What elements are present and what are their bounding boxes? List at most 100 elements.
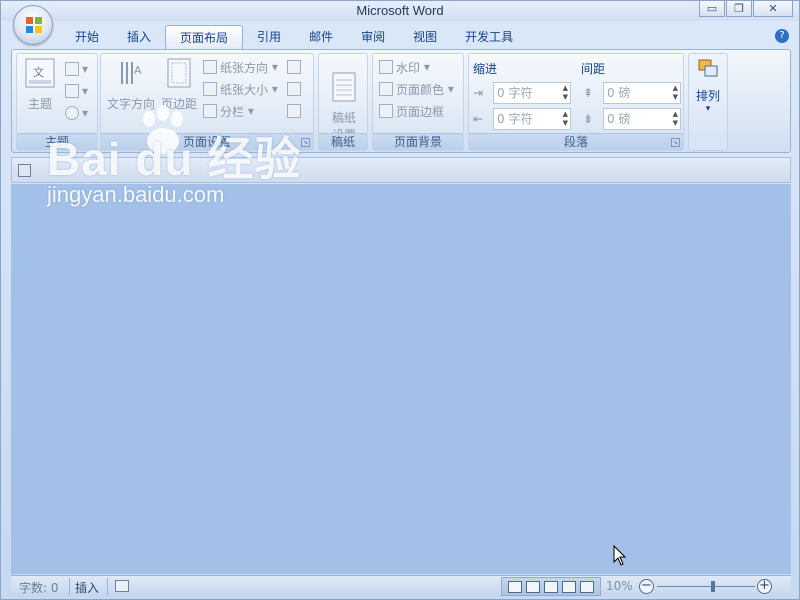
macro-record-icon[interactable]	[115, 580, 129, 592]
tab-mailings[interactable]: 邮件	[295, 25, 347, 49]
minimize-button[interactable]: ▭	[699, 1, 725, 17]
group-label-draft-paper: 稿纸	[319, 133, 367, 150]
draft-icon[interactable]	[580, 580, 594, 593]
theme-colors-button[interactable]: ▾	[65, 60, 88, 78]
print-layout-icon[interactable]	[508, 580, 522, 593]
indent-title: 缩进	[473, 62, 498, 76]
office-button[interactable]	[13, 5, 53, 45]
tab-view[interactable]: 视图	[399, 25, 451, 49]
draft-paper-icon	[332, 72, 356, 102]
tab-page-layout[interactable]: 页面布局	[165, 25, 244, 49]
orientation-icon	[203, 60, 217, 74]
spacing-before-spinner[interactable]: ▲ ▼	[673, 84, 678, 102]
spacing-after-spinner[interactable]: ▲ ▼	[673, 110, 678, 128]
columns-label: 分栏	[220, 104, 245, 119]
full-screen-reading-icon[interactable]	[526, 580, 540, 593]
indent-left-value: 0 字符	[497, 86, 533, 100]
ribbon-tabs: 开始 插入 页面布局 引用 邮件 审阅 视图 开发工具	[61, 25, 527, 49]
indent-right-icon: ⇤	[473, 112, 484, 126]
arrange-button[interactable]: 排列 ▾	[691, 58, 725, 114]
indent-left-input[interactable]: 0 字符 ▲ ▼	[493, 82, 571, 104]
page-border-icon	[379, 104, 393, 118]
outline-icon[interactable]	[562, 580, 576, 593]
window-controls: ▭ ❐ ✕	[698, 1, 793, 19]
svg-text:A: A	[134, 64, 142, 77]
arrange-label: 排列	[695, 89, 720, 103]
hyphenation-button[interactable]	[287, 102, 304, 120]
breaks-button[interactable]	[287, 58, 304, 76]
window-title: Microsoft Word	[356, 3, 444, 18]
zoom-level[interactable]: 10%	[606, 579, 633, 593]
theme-effects-icon	[65, 106, 79, 120]
group-label-paragraph: 段落	[469, 133, 683, 150]
text-direction-icon: A	[121, 62, 142, 84]
indent-right-input[interactable]: 0 字符 ▲ ▼	[493, 108, 571, 130]
baidu-watermark-url: jingyan.baidu.com	[47, 182, 225, 207]
document-area[interactable]	[11, 184, 791, 574]
help-icon[interactable]: ?	[775, 29, 789, 43]
themes-button[interactable]: 文 主题	[23, 58, 57, 112]
indent-right-value: 0 字符	[497, 112, 533, 126]
tab-references[interactable]: 引用	[243, 25, 295, 49]
paragraph-launcher-icon[interactable]: ↘	[671, 138, 680, 147]
mouse-cursor-icon	[613, 545, 627, 566]
tab-developer[interactable]: 开发工具	[451, 25, 527, 49]
close-button[interactable]: ✕	[753, 1, 793, 17]
web-layout-icon[interactable]	[544, 580, 558, 593]
page-border-button[interactable]: 页面边框	[379, 102, 444, 120]
columns-icon	[203, 104, 217, 118]
themes-button-label: 主题	[27, 97, 52, 111]
orientation-label: 纸张方向	[220, 60, 269, 75]
insert-mode[interactable]: 插入	[75, 579, 99, 596]
tab-home[interactable]: 开始	[61, 25, 113, 49]
size-label: 纸张大小	[220, 82, 269, 97]
restore-button[interactable]: ❐	[726, 1, 752, 17]
theme-fonts-button[interactable]: ▾	[65, 82, 88, 100]
svg-text:文: 文	[33, 65, 44, 79]
word-count[interactable]: 字数: 0	[19, 579, 59, 596]
spacing-after-value: 0 磅	[607, 112, 631, 126]
zoom-slider-thumb[interactable]	[711, 581, 715, 592]
indent-right-spinner[interactable]: ▲ ▼	[563, 110, 568, 128]
zoom-slider[interactable]	[657, 586, 755, 587]
spacing-after-input[interactable]: 0 磅 ▲ ▼	[603, 108, 681, 130]
save-icon[interactable]	[18, 164, 31, 177]
page-border-label: 页面边框	[396, 104, 445, 119]
breaks-icon	[287, 60, 301, 74]
status-separator	[107, 578, 108, 595]
watermark-icon	[379, 60, 393, 74]
indent-left-icon: ⇥	[473, 86, 484, 100]
page-color-label: 页面颜色	[396, 82, 445, 97]
group-paragraph: 缩进 间距 ⇥ 0 字符 ▲ ▼ ⇤ 0 字符 ▲ ▼ ⇞ 0 磅 ▲ ▼ ⇟ 0 磅 ▲ ▼ …	[468, 53, 684, 151]
theme-icon: 文	[25, 58, 55, 88]
title-bar: Microsoft Word ▭ ❐ ✕	[1, 1, 799, 21]
watermark-button[interactable]: 水印 ▾	[379, 58, 430, 76]
size-button[interactable]: 纸张大小 ▾	[203, 80, 278, 98]
group-page-background: 水印 ▾ 页面颜色 ▾ 页面边框 页面背景	[372, 53, 464, 151]
page-color-button[interactable]: 页面颜色 ▾	[379, 80, 454, 98]
group-label-page-background: 页面背景	[373, 133, 463, 150]
tab-insert[interactable]: 插入	[113, 25, 165, 49]
zoom-in-button[interactable]: +	[757, 579, 772, 594]
indent-left-spinner[interactable]: ▲ ▼	[563, 84, 568, 102]
spacing-title: 间距	[581, 62, 606, 76]
theme-colors-icon	[65, 62, 79, 76]
spacing-before-input[interactable]: 0 磅 ▲ ▼	[603, 82, 681, 104]
line-numbers-button[interactable]	[287, 80, 304, 98]
spacing-after-icon: ⇟	[583, 112, 594, 126]
status-bar: 字数: 0 插入 10% − +	[11, 575, 791, 597]
hyphenation-icon	[287, 104, 301, 118]
orientation-button[interactable]: 纸张方向 ▾	[203, 58, 278, 76]
theme-fonts-icon	[65, 84, 79, 98]
office-logo-icon	[26, 17, 42, 33]
zoom-out-button[interactable]: −	[639, 579, 654, 594]
baidu-watermark-logo: Bai du 经验	[47, 133, 302, 185]
theme-effects-button[interactable]: ▾	[65, 104, 88, 122]
view-buttons	[501, 577, 601, 596]
page-setup-launcher-icon[interactable]: ↘	[301, 138, 310, 147]
tab-review[interactable]: 审阅	[347, 25, 399, 49]
group-arrange: 排列 ▾	[688, 53, 728, 151]
margins-icon	[167, 58, 191, 88]
watermark-label: 水印	[396, 60, 421, 75]
columns-button[interactable]: 分栏 ▾	[203, 102, 254, 120]
